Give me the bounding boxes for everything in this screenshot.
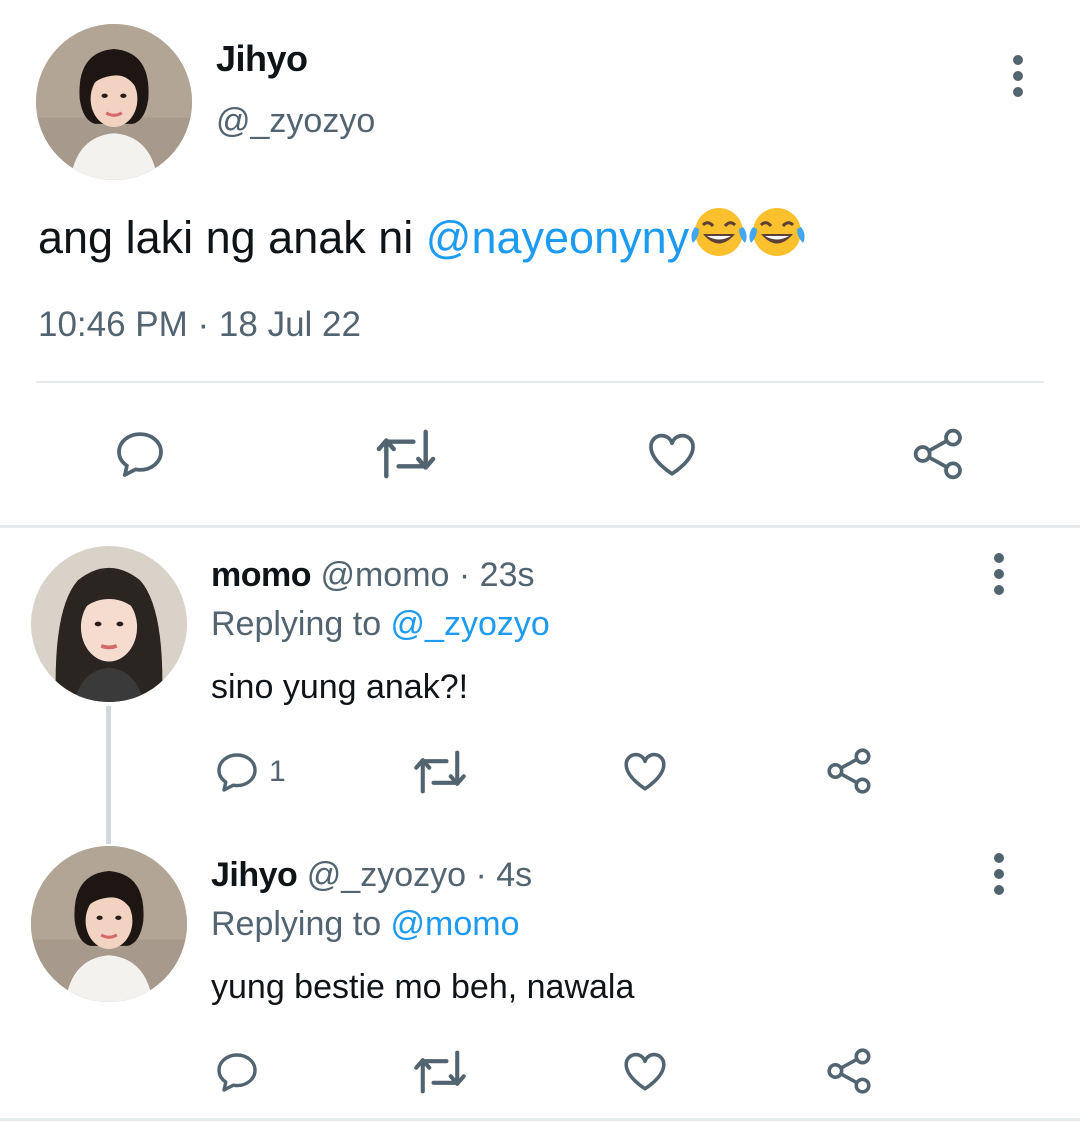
replying-to-label: Replying to — [211, 905, 391, 943]
share-icon[interactable] — [825, 746, 875, 796]
author-name[interactable]: Jihyo — [216, 38, 308, 80]
retweet-icon[interactable] — [412, 748, 468, 796]
reply-text: yung bestie mo beh, nawala — [211, 968, 635, 1006]
replying-to: Replying to @_zyozyo — [211, 605, 550, 644]
tweet-text-body: ang laki ng anak ni — [38, 212, 426, 263]
reply-icon[interactable] — [112, 426, 168, 482]
reply-author-handle[interactable]: @momo — [320, 556, 449, 594]
more-vertical-icon[interactable] — [987, 552, 1011, 596]
reply-count: 1 — [269, 755, 286, 788]
author-handle[interactable]: @_zyozyo — [216, 102, 375, 141]
more-vertical-icon[interactable] — [987, 852, 1011, 896]
reply-icon — [213, 1048, 261, 1096]
avatar-momo[interactable] — [31, 546, 187, 702]
reply-time: 4s — [496, 856, 533, 894]
laughing-emoji-icon — [689, 205, 807, 270]
replying-to-mention[interactable]: @momo — [391, 905, 520, 943]
bottom-divider — [0, 1118, 1080, 1121]
avatar-jihyo-main[interactable] — [36, 24, 192, 180]
retweet-icon[interactable] — [374, 426, 438, 482]
reply-button[interactable]: 1 — [213, 748, 286, 796]
reply-author-handle[interactable]: @_zyozyo — [307, 856, 466, 894]
separator: · — [449, 556, 480, 594]
divider — [36, 381, 1044, 383]
retweet-icon[interactable] — [412, 1048, 468, 1096]
reply-time: 23s — [479, 556, 535, 594]
replying-to-label: Replying to — [211, 605, 391, 643]
reply-button[interactable] — [213, 1048, 261, 1096]
avatar-jihyo-reply[interactable] — [31, 846, 187, 1002]
reply-author-name[interactable]: momo — [211, 556, 312, 594]
like-icon[interactable] — [620, 746, 670, 796]
reply-text: sino yung anak?! — [211, 668, 469, 706]
tweet-timestamp: 10:46 PM · 18 Jul 22 — [38, 305, 361, 344]
more-vertical-icon[interactable] — [1006, 54, 1030, 98]
separator: · — [466, 856, 497, 894]
reply-header: momo @momo · 23s — [211, 556, 534, 595]
reply-author-name[interactable]: Jihyo — [211, 856, 298, 894]
like-icon[interactable] — [620, 1046, 670, 1096]
reply-icon — [213, 748, 261, 796]
mention-link[interactable]: @nayeonyny — [426, 212, 689, 263]
share-icon[interactable] — [910, 426, 968, 482]
replying-to: Replying to @momo — [211, 905, 520, 944]
like-icon[interactable] — [643, 426, 701, 482]
replying-to-mention[interactable]: @_zyozyo — [391, 605, 550, 643]
section-divider — [0, 525, 1080, 528]
thread-connector — [106, 706, 111, 844]
reply-header: Jihyo @_zyozyo · 4s — [211, 856, 532, 895]
share-icon[interactable] — [825, 1046, 875, 1096]
tweet-text: ang laki ng anak ni @nayeonyny — [38, 205, 807, 270]
